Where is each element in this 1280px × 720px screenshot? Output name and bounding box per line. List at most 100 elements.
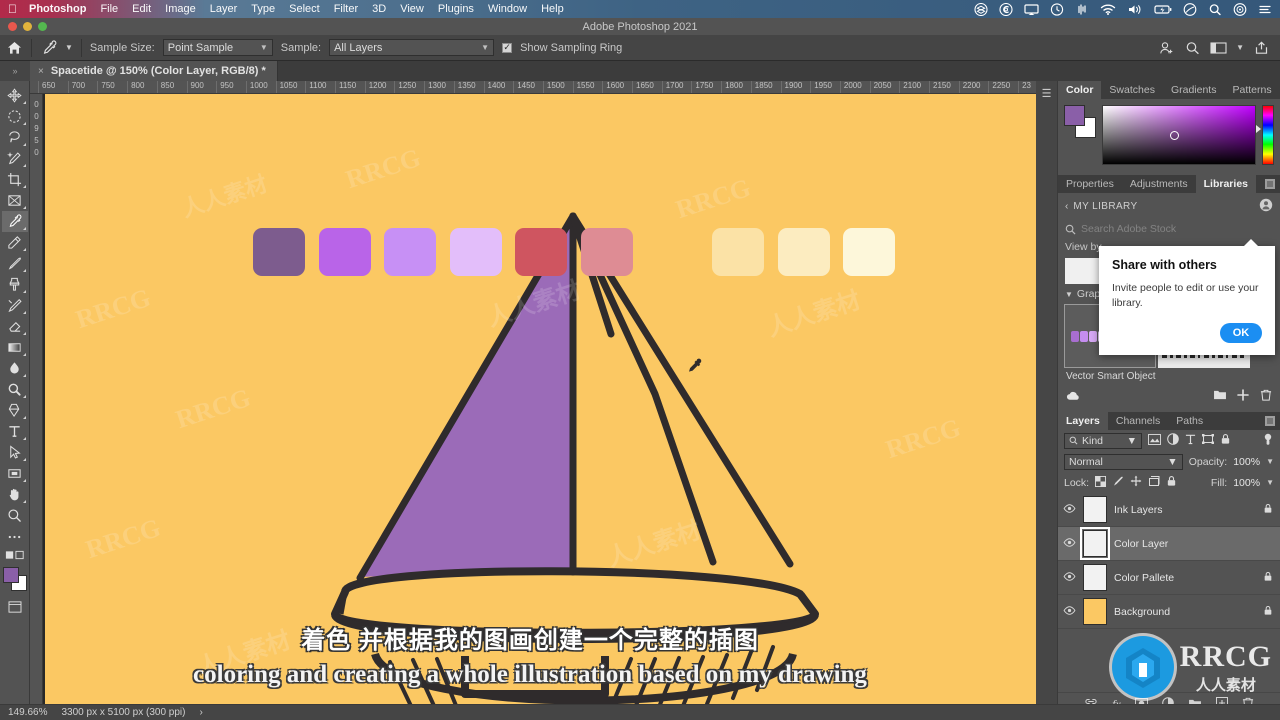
document-canvas[interactable]: RRCG 人人素材 RRCG 人人素材 RRCG 人人素材 RRCG RRCG …	[45, 94, 1042, 711]
time-machine-icon[interactable]	[1050, 2, 1064, 16]
clone-stamp-tool[interactable]	[2, 274, 28, 295]
quick-mask-icon[interactable]	[2, 547, 28, 563]
libraries-panel-menu-icon[interactable]	[1265, 175, 1280, 193]
add-content-icon[interactable]	[1237, 389, 1250, 404]
delete-icon[interactable]	[1260, 389, 1272, 404]
brush-tool[interactable]	[2, 253, 28, 274]
elliptical-marquee-tool[interactable]	[2, 106, 28, 127]
blend-mode-select[interactable]: Normal ▼	[1064, 453, 1183, 470]
back-chevron-icon[interactable]: ‹	[1065, 201, 1068, 212]
hue-strip[interactable]	[1256, 105, 1274, 165]
edit-toolbar-tool[interactable]	[2, 526, 28, 547]
fill-value[interactable]: 100%	[1233, 477, 1260, 489]
apple-logo-icon[interactable]: 	[8, 3, 17, 15]
add-user-icon[interactable]	[1158, 39, 1175, 56]
dropbox-icon[interactable]	[974, 2, 988, 16]
opacity-value[interactable]: 100%	[1233, 456, 1260, 468]
horizontal-ruler[interactable]: 650 700 750 800 850 900 950 1000 1050 1100 1150 120…	[30, 81, 1046, 94]
chevron-down-icon-fill[interactable]: ▼	[1266, 478, 1274, 487]
hand-tool[interactable]	[2, 484, 28, 505]
chevron-down-icon-opacity[interactable]: ▼	[1266, 457, 1274, 466]
color-panel-swatches[interactable]	[1064, 105, 1096, 139]
layer-visibility-icon[interactable]	[1063, 503, 1076, 516]
pen-tool[interactable]	[2, 400, 28, 421]
show-sampling-ring-checkbox[interactable]: ✓	[502, 42, 513, 53]
menu-layer[interactable]: Layer	[210, 3, 238, 15]
tab-channels[interactable]: Channels	[1108, 412, 1168, 430]
new-group-icon[interactable]	[1213, 389, 1227, 404]
control-center-icon[interactable]	[1233, 2, 1247, 16]
tab-properties[interactable]: Properties	[1058, 175, 1122, 193]
quick-selection-tool[interactable]	[2, 148, 28, 169]
creative-cloud-icon[interactable]	[999, 2, 1013, 16]
menu-filter[interactable]: Filter	[334, 3, 358, 15]
share-popup-ok-button[interactable]: OK	[1220, 323, 1262, 344]
document-tab[interactable]: × Spacetide @ 150% (Color Layer, RGB/8) …	[30, 61, 278, 81]
layer-thumbnail-4[interactable]	[1083, 598, 1107, 625]
menu-photoshop[interactable]: Photoshop	[29, 3, 86, 15]
spot-healing-brush-tool[interactable]	[2, 232, 28, 253]
siri-icon[interactable]	[1183, 2, 1197, 16]
home-icon[interactable]	[6, 39, 23, 56]
blur-tool[interactable]	[2, 358, 28, 379]
menu-image[interactable]: Image	[165, 3, 196, 15]
layer-thumbnail-2[interactable]	[1080, 527, 1110, 560]
lock-image-pixels-icon[interactable]	[1112, 475, 1124, 490]
smart-object-filter-icon[interactable]	[1220, 433, 1231, 448]
screen-mirroring-icon[interactable]	[1024, 3, 1039, 16]
layer-filter-kind-select[interactable]: Kind ▼	[1064, 432, 1142, 449]
search-icon-options[interactable]	[1184, 39, 1201, 56]
tab-paths[interactable]: Paths	[1168, 412, 1211, 430]
library-search[interactable]: Search Adobe Stock	[1058, 220, 1280, 238]
path-selection-tool[interactable]	[2, 442, 28, 463]
tab-patterns[interactable]: Patterns	[1224, 81, 1279, 99]
tab-swatches[interactable]: Swatches	[1101, 81, 1163, 99]
sample-size-select[interactable]: Point Sample ▼	[162, 39, 273, 56]
menu-help[interactable]: Help	[541, 3, 564, 15]
menu-select[interactable]: Select	[289, 3, 320, 15]
gradient-tool[interactable]	[2, 337, 28, 358]
layer-row-background[interactable]: Background	[1058, 595, 1280, 629]
tab-color[interactable]: Color	[1058, 81, 1102, 99]
lasso-tool[interactable]	[2, 127, 28, 148]
search-icon[interactable]	[1208, 3, 1222, 16]
crop-tool[interactable]	[2, 169, 28, 190]
layer-visibility-icon-4[interactable]	[1063, 605, 1076, 618]
zoom-tool[interactable]	[2, 505, 28, 526]
wifi-icon[interactable]	[1100, 3, 1116, 16]
type-layer-filter-icon[interactable]	[1185, 433, 1196, 448]
tab-adjustments[interactable]: Adjustments	[1122, 175, 1196, 193]
rectangle-tool[interactable]	[2, 463, 28, 484]
screen-mode-icon[interactable]	[2, 596, 28, 617]
history-brush-tool[interactable]	[2, 295, 28, 316]
chevron-down-icon-workspace[interactable]: ▼	[1236, 43, 1244, 52]
pixel-layer-filter-icon[interactable]	[1148, 433, 1161, 448]
layer-visibility-icon-2[interactable]	[1063, 537, 1076, 550]
eyedropper-tool[interactable]	[1, 211, 28, 232]
canvas-area[interactable]: RRCG 人人素材 RRCG 人人素材 RRCG 人人素材 RRCG RRCG …	[43, 94, 1046, 711]
foreground-color-swatch[interactable]	[2, 567, 19, 583]
menu-window[interactable]: Window	[488, 3, 527, 15]
lock-artboard-nesting-icon[interactable]	[1148, 475, 1160, 490]
share-with-others-popup[interactable]: Share with others Invite people to edit …	[1099, 239, 1275, 356]
sample-select[interactable]: All Layers ▼	[329, 39, 495, 56]
vertical-ruler[interactable]: 0 0 9 5 0	[30, 94, 43, 711]
adjustment-layer-filter-icon[interactable]	[1167, 433, 1179, 448]
layer-row-ink-layers[interactable]: Ink Layers	[1058, 493, 1280, 527]
color-field-picker-handle[interactable]	[1169, 130, 1179, 140]
color-field[interactable]	[1102, 105, 1256, 165]
notification-center-icon[interactable]	[1258, 3, 1272, 16]
lock-transparent-pixels-icon[interactable]	[1095, 475, 1107, 490]
dodge-tool[interactable]	[2, 379, 28, 400]
tab-libraries[interactable]: Libraries	[1195, 175, 1256, 193]
type-tool[interactable]	[2, 421, 28, 442]
layer-visibility-icon-3[interactable]	[1063, 571, 1076, 584]
tab-gradients[interactable]: Gradients	[1163, 81, 1225, 99]
layer-row-color-pallete[interactable]: Color Pallete	[1058, 561, 1280, 595]
layer-thumbnail[interactable]	[1083, 496, 1107, 523]
eraser-tool[interactable]	[2, 316, 28, 337]
eyedropper-icon[interactable]	[40, 39, 57, 56]
lock-position-icon[interactable]	[1130, 475, 1142, 490]
battery-charging-icon[interactable]	[1154, 3, 1172, 16]
layer-thumbnail-3[interactable]	[1083, 564, 1107, 591]
